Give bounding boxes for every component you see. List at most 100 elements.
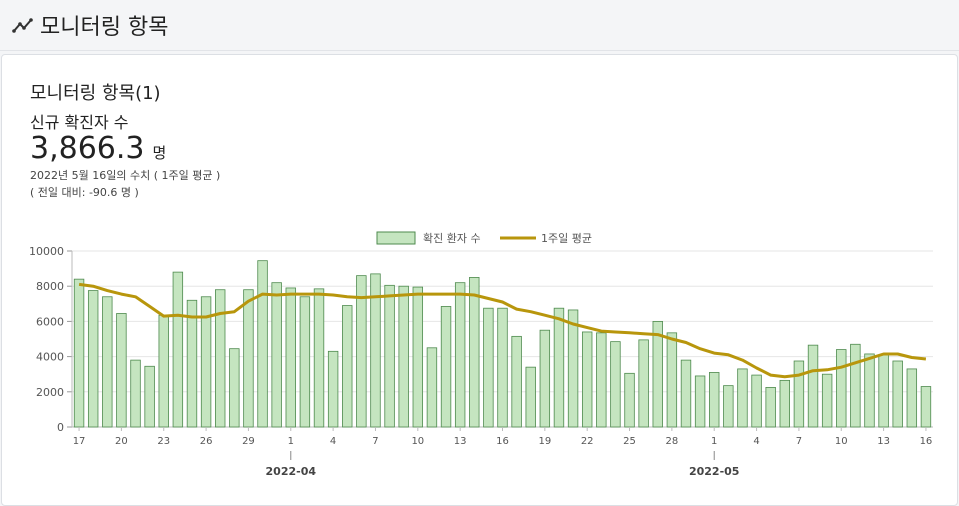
bar: [327, 350, 339, 428]
x-tick-label: 10: [411, 436, 424, 447]
bar: [666, 332, 678, 428]
bar: [680, 359, 692, 428]
bar: [807, 344, 819, 428]
bar: [737, 368, 748, 428]
bar: [87, 290, 99, 428]
y-tick-label: 10000: [29, 245, 64, 258]
bar: [539, 329, 551, 428]
bar: [850, 343, 861, 428]
x-tick-label: 19: [538, 436, 551, 447]
bar: [836, 349, 847, 428]
bar: [73, 278, 85, 428]
header-bar: 모니터링 항목: [0, 0, 959, 51]
bar: [172, 271, 184, 428]
x-tick-label: 7: [796, 436, 802, 447]
y-tick-label: 6000: [36, 315, 64, 328]
bar: [723, 385, 734, 428]
bar: [454, 282, 466, 428]
bar: [610, 341, 621, 428]
y-tick-label: 4000: [36, 351, 64, 364]
x-tick-label: 16: [496, 436, 509, 447]
bar: [243, 289, 254, 428]
bar: [116, 313, 127, 428]
x-tick-label: 23: [157, 436, 170, 447]
bar: [864, 353, 875, 428]
x-tick-label: 4: [330, 436, 336, 447]
bar: [313, 288, 325, 428]
bar: [285, 287, 296, 428]
bar: [779, 379, 790, 428]
x-tick-label: 1: [711, 436, 717, 447]
bar: [525, 366, 536, 428]
legend-label-line: 1주일 평균: [541, 231, 592, 245]
bar: [821, 373, 833, 428]
bar: [624, 372, 635, 428]
bar: [694, 375, 706, 428]
bar: [398, 285, 409, 428]
x-tick-label: 26: [200, 436, 213, 447]
bar: [567, 309, 579, 428]
bar: [384, 284, 395, 428]
bar: [920, 386, 932, 428]
metric-row: 3,866.3 명: [30, 131, 166, 166]
metric-name: 신규 확진자 수: [30, 113, 129, 132]
card-title: 모니터링 항목(1): [30, 83, 161, 104]
bar: [102, 296, 113, 428]
metric-date-note: 2022년 5월 16일의 수치 ( 1주일 평균 ): [30, 169, 221, 182]
bar: [342, 305, 353, 428]
x-tick-label: 13: [877, 436, 890, 447]
bar: [257, 260, 268, 428]
bar: [793, 360, 805, 428]
x-tick-label: 29: [242, 436, 255, 447]
bar: [709, 372, 720, 428]
x-tick-label: 20: [115, 436, 128, 447]
bar: [483, 307, 494, 428]
bar: [497, 307, 508, 428]
bar: [596, 332, 607, 428]
x-tick-label: 28: [666, 436, 679, 447]
bar: [412, 286, 424, 428]
bar: [638, 339, 649, 428]
monitoring-card: 모니터링 항목(1) 신규 확진자 수 3,866.3 명 2022년 5월 1…: [1, 54, 958, 506]
bar: [158, 314, 169, 428]
bar: [652, 321, 663, 428]
bar: [751, 374, 762, 428]
x-tick-label: 16: [920, 436, 933, 447]
bar: [215, 289, 226, 428]
x-tick-label: 1: [288, 436, 294, 447]
legend-swatch-bars: [376, 231, 416, 245]
month-label: 2022-04: [266, 465, 317, 478]
bar: [440, 306, 452, 428]
x-tick-label: 7: [372, 436, 378, 447]
y-tick-label: 8000: [36, 280, 64, 293]
metric-unit: 명: [152, 144, 167, 162]
bar: [511, 335, 522, 428]
metric-diff-note: ( 전일 대비: -90.6 명 ): [30, 186, 139, 199]
bar: [892, 360, 903, 428]
month-label: 2022-05: [689, 465, 740, 478]
y-tick-label: 0: [57, 421, 64, 434]
bar: [878, 354, 889, 428]
y-tick-label: 2000: [36, 386, 64, 399]
bar: [906, 368, 918, 428]
bar: [581, 331, 593, 428]
legend-label-bars: 확진 환자 수: [423, 232, 481, 245]
bar: [299, 296, 311, 428]
bar: [426, 347, 438, 428]
bar: [186, 299, 198, 428]
bar: [765, 386, 776, 428]
bar: [469, 277, 480, 428]
x-tick-label: 17: [73, 436, 86, 447]
x-tick-label: 25: [623, 436, 636, 447]
x-tick-label: 10: [835, 436, 848, 447]
x-tick-label: 13: [454, 436, 467, 447]
cases-chart: 020004000600080001000017 20 23 26 29 1 4 7 10 13 1…: [29, 231, 933, 478]
x-tick-label: 22: [581, 436, 594, 447]
x-tick-label: 4: [753, 436, 759, 447]
bar: [130, 359, 141, 428]
metric-value: 3,866.3: [30, 131, 145, 166]
bar: [229, 348, 240, 428]
bar: [144, 365, 155, 428]
page-title: 모니터링 항목: [40, 15, 169, 40]
bar: [271, 282, 282, 428]
